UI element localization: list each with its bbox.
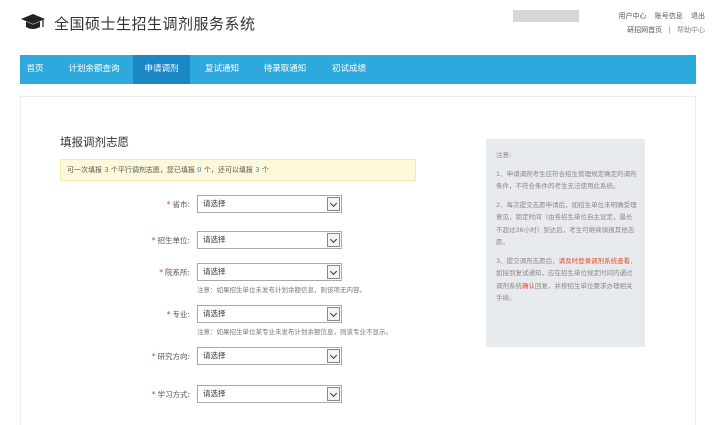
chevron-down-icon[interactable] — [327, 307, 340, 321]
nav-retest-notice[interactable]: 复试通知 — [195, 55, 249, 84]
province-row: * 省市: 请选择 — [60, 195, 420, 215]
major-row: * 专业: 请选择 注意：如果招生单位某专业未发布计划余额信息，则该专业不显示。 — [60, 305, 420, 339]
chevron-down-icon[interactable] — [327, 233, 340, 247]
nav-plan-balance[interactable]: 计划余额查询 — [58, 55, 130, 84]
notice-text: 个 — [261, 166, 269, 174]
side-notice-heading: 注意: — [496, 151, 512, 159]
account-info-link[interactable]: 账号信息 — [655, 12, 683, 20]
side-notice-highlight: 确认 — [522, 281, 535, 290]
nav-apply-adjustment[interactable]: 申请调剂 — [133, 55, 190, 84]
notice-max-count: 3 — [104, 166, 109, 174]
header: 全国硕士生招生调剂服务系统 用户中心 账号信息 退出 研招网首页 | 帮助中心 — [0, 0, 719, 55]
notice-filled-count: 0 — [197, 166, 202, 174]
notice-text: 个平行调剂志愿，您已填报 — [110, 166, 195, 174]
chevron-down-icon[interactable] — [327, 387, 340, 401]
major-note: 注意：如果招生单位某专业未发布计划余额信息，则该专业不显示。 — [197, 328, 392, 336]
chevron-down-icon[interactable] — [327, 349, 340, 363]
province-label: * 省市: — [166, 200, 190, 209]
user-name-redacted — [513, 10, 579, 22]
form-title: 填报调剂志愿 — [60, 135, 129, 149]
yz-home-link[interactable]: 研招网首页 — [627, 26, 662, 34]
institution-label: * 招生单位: — [151, 236, 190, 245]
side-notice-item-3: 3、提交调剂志愿后，请及时登录调剂系统查看，如接到复试通知，应在招生单位规定时间… — [496, 256, 637, 303]
institution-row: * 招生单位: 请选择 — [60, 231, 420, 251]
notice-remaining-count: 3 — [255, 166, 260, 174]
research-direction-label: * 研究方向: — [151, 352, 190, 361]
department-note: 注意：如果招生单位未发布计划余额信息，则该项无内容。 — [197, 286, 366, 294]
chevron-down-icon[interactable] — [327, 197, 340, 211]
research-direction-row: * 研究方向: 请选择 — [60, 347, 420, 367]
notice-text: 可一次填报 — [67, 166, 102, 174]
site-title: 全国硕士生招生调剂服务系统 — [54, 15, 256, 33]
notice-text: 个，还可以填报 — [203, 166, 253, 174]
department-select[interactable]: 请选择 — [197, 263, 342, 281]
side-notice-item-2: 2、每次提交志愿申请后，如招生单位未明确受理意见，锁定时间（由各招生单位自主设定… — [496, 200, 637, 247]
study-mode-row: * 学习方式: 请选择 — [60, 385, 420, 405]
side-notice-highlight: 请及时登录调剂系统查看 — [558, 256, 631, 265]
nav-initial-scores[interactable]: 初试成绩 — [321, 55, 377, 84]
nav-admission-notice[interactable]: 待录取通知 — [253, 55, 317, 84]
logout-link[interactable]: 退出 — [691, 12, 705, 20]
major-select[interactable]: 请选择 — [197, 305, 342, 323]
department-row: * 院系所: 请选择 注意：如果招生单位未发布计划余额信息，则该项无内容。 — [60, 263, 420, 297]
province-select[interactable]: 请选择 — [197, 195, 342, 213]
side-notice-panel: 注意: 1、申请调剂考生应符合招生管理规定确定的调剂条件，不符合条件的考生无法使… — [486, 139, 645, 347]
main-nav: 首页 计划余额查询 申请调剂 复试通知 待录取通知 初试成绩 — [20, 55, 696, 84]
nav-home[interactable]: 首页 — [20, 55, 50, 84]
study-mode-label: * 学习方式: — [151, 390, 190, 399]
research-direction-select[interactable]: 请选择 — [197, 347, 342, 365]
department-label: * 院系所: — [159, 268, 190, 277]
notice-bar: 可一次填报 3 个平行调剂志愿，您已填报 0 个，还可以填报 3 个 — [60, 159, 416, 181]
top-links: 用户中心 账号信息 退出 研招网首页 | 帮助中心 — [613, 9, 705, 37]
study-mode-select[interactable]: 请选择 — [197, 385, 342, 403]
link-separator: | — [668, 26, 671, 34]
institution-select[interactable]: 请选择 — [197, 231, 342, 249]
graduation-cap-icon — [21, 14, 45, 29]
major-label: * 专业: — [166, 310, 190, 319]
help-center-link[interactable]: 帮助中心 — [677, 26, 705, 34]
side-notice-item-1: 1、申请调剂考生应符合招生管理规定确定的调剂条件，不符合条件的考生无法使用此系统… — [496, 169, 637, 191]
user-center-link[interactable]: 用户中心 — [619, 12, 647, 20]
chevron-down-icon[interactable] — [327, 265, 340, 279]
